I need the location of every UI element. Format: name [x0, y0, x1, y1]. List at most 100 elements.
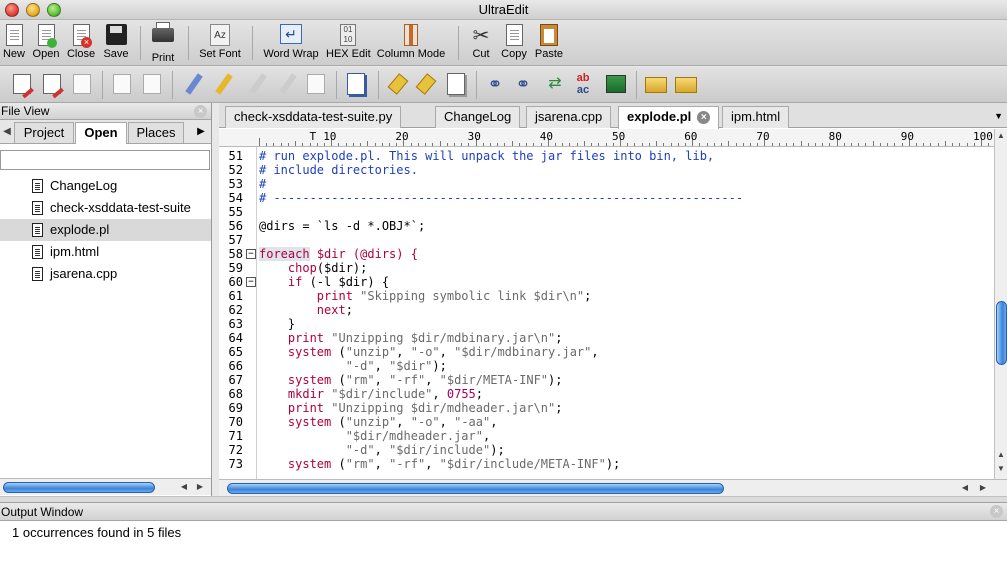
- word-wrap-button[interactable]: ↵ Word Wrap: [262, 22, 320, 64]
- code-editor[interactable]: 51 # run explode.pl. This will unpack the…: [219, 147, 994, 479]
- pencil-disabled-alt-icon[interactable]: [276, 72, 300, 96]
- editor-horizontal-scrollbar[interactable]: ◀ ▶: [219, 479, 1007, 496]
- ruler-tick: [468, 143, 470, 146]
- scrollbar-thumb[interactable]: [227, 483, 724, 494]
- find-binoculars-icon[interactable]: ⚭: [483, 72, 507, 96]
- word-wrap-icon: ↵: [280, 24, 302, 48]
- tab-places[interactable]: Places: [128, 122, 184, 143]
- ruler-tick: [504, 143, 506, 146]
- edit-document-alt-icon[interactable]: [40, 72, 64, 99]
- code-token: "rm": [345, 457, 375, 471]
- close-icon[interactable]: ×: [194, 105, 207, 118]
- ruler-tick: [923, 143, 925, 146]
- tab-close-icon[interactable]: ×: [697, 111, 711, 125]
- window-zoom-button[interactable]: [47, 3, 61, 17]
- replace-icon[interactable]: ab ac: [571, 72, 595, 96]
- copy-button[interactable]: Copy: [498, 22, 530, 64]
- replace-in-files-icon[interactable]: [604, 72, 628, 96]
- ruler-tick: [966, 143, 968, 146]
- fold-toggle-icon[interactable]: −: [246, 277, 256, 287]
- file-view-tabs: ◀ Project Open Places ▶: [0, 120, 211, 144]
- find-next-icon[interactable]: ⇄: [543, 72, 567, 96]
- bookmark-disabled-icon[interactable]: [304, 72, 328, 96]
- fold-toggle-icon[interactable]: −: [246, 249, 256, 259]
- tag-yellow-icon[interactable]: [386, 72, 410, 96]
- code-token: ,: [490, 415, 498, 429]
- ruler-tick: [944, 141, 946, 146]
- pencil-icon[interactable]: [182, 72, 206, 96]
- tab-scroll-right-icon[interactable]: ▶: [195, 126, 207, 138]
- ruler-tick: [396, 143, 398, 146]
- indent-disabled-icon[interactable]: [110, 72, 134, 96]
- ruler-tick: [742, 143, 744, 146]
- document-stack-icon[interactable]: [444, 72, 468, 96]
- code-line: 61 print "Skipping symbolic link $dir\n"…: [219, 289, 994, 303]
- code-text: "-d", "$dir/include");: [259, 443, 505, 457]
- editor-vertical-scrollbar[interactable]: ▲ ▲ ▼: [994, 129, 1007, 479]
- code-token: ;: [345, 303, 353, 317]
- scroll-up-icon[interactable]: ▲: [995, 449, 1007, 461]
- tab-project[interactable]: Project: [14, 122, 74, 143]
- tab-jsarena[interactable]: jsarena.cpp: [526, 106, 612, 128]
- ruler-tick: [259, 138, 260, 146]
- scroll-left-icon[interactable]: ◀: [959, 482, 971, 494]
- unindent-disabled-icon[interactable]: [140, 72, 164, 96]
- scroll-right-icon[interactable]: ▶: [194, 481, 206, 493]
- tab-explode[interactable]: explode.pl ×: [618, 106, 720, 129]
- paste-button[interactable]: Paste: [532, 22, 566, 64]
- open-button[interactable]: Open: [31, 22, 61, 64]
- scroll-up-icon[interactable]: ▲: [995, 130, 1007, 142]
- window-minimize-button[interactable]: [26, 3, 40, 17]
- scrollbar-thumb[interactable]: [3, 482, 155, 493]
- tab-changelog[interactable]: ChangeLog: [435, 106, 521, 128]
- window-close-button[interactable]: [5, 3, 19, 17]
- pencil-yellow-icon[interactable]: [212, 72, 236, 96]
- toolbar-separator: [252, 26, 253, 60]
- tab-open[interactable]: Open: [75, 122, 127, 144]
- ruler-cursor-mark: T: [309, 130, 317, 143]
- print-button[interactable]: Print: [148, 22, 178, 64]
- scroll-left-icon[interactable]: ◀: [178, 481, 190, 493]
- list-item[interactable]: check-xsddata-test-suite: [0, 197, 211, 219]
- ruler-number: 10: [323, 130, 337, 143]
- code-token: if: [287, 275, 303, 289]
- edit-document-icon[interactable]: [10, 72, 34, 99]
- cut-button[interactable]: ✂ Cut: [466, 22, 496, 64]
- file-view-horizontal-scrollbar[interactable]: ◀ ▶: [0, 478, 211, 495]
- hex-edit-button[interactable]: 01 10 HEX Edit: [326, 22, 371, 64]
- tag-next-icon[interactable]: [414, 72, 438, 96]
- code-token: ,: [374, 373, 390, 387]
- tab-list-dropdown-icon[interactable]: ▼: [994, 111, 1003, 121]
- document-list-icon[interactable]: [344, 72, 368, 96]
- list-item[interactable]: jsarena.cpp: [0, 263, 211, 285]
- code-token: ,: [439, 345, 455, 359]
- pencil-disabled-icon[interactable]: [246, 72, 270, 96]
- save-button[interactable]: Save: [101, 22, 131, 64]
- code-text: print "Unzipping $dir/mdbinary.jar\n";: [259, 331, 563, 345]
- code-line: 64 print "Unzipping $dir/mdbinary.jar\n"…: [219, 331, 994, 345]
- new-button[interactable]: New: [1, 22, 27, 64]
- ruler-tick: [446, 143, 448, 146]
- ruler-tick: [916, 143, 918, 146]
- list-item[interactable]: ipm.html: [0, 241, 211, 263]
- column-mode-button[interactable]: Column Mode: [376, 22, 446, 64]
- find-in-files-icon[interactable]: [644, 72, 668, 96]
- ruler-tick: [677, 143, 679, 146]
- tab-ipm[interactable]: ipm.html: [722, 106, 790, 128]
- scrollbar-thumb[interactable]: [996, 301, 1007, 365]
- file-filter-input[interactable]: [0, 150, 210, 170]
- set-font-button[interactable]: Az Set Font: [196, 22, 244, 64]
- close-icon[interactable]: ×: [990, 505, 1003, 518]
- close-button[interactable]: × Close: [65, 22, 97, 64]
- list-item[interactable]: ChangeLog: [0, 175, 211, 197]
- scroll-down-icon[interactable]: ▼: [995, 463, 1007, 475]
- edit-document-disabled-icon[interactable]: [70, 72, 94, 96]
- tab-scroll-left-icon[interactable]: ◀: [1, 126, 13, 138]
- find-previous-icon[interactable]: ⚭: [511, 72, 535, 96]
- list-item-selected[interactable]: explode.pl: [0, 219, 211, 241]
- tab-check-xsddata[interactable]: check-xsddata-test-suite.py: [225, 106, 402, 128]
- replace-in-files-folder-icon[interactable]: [674, 72, 698, 96]
- ruler-tick: [634, 143, 636, 146]
- scroll-right-icon[interactable]: ▶: [977, 482, 989, 494]
